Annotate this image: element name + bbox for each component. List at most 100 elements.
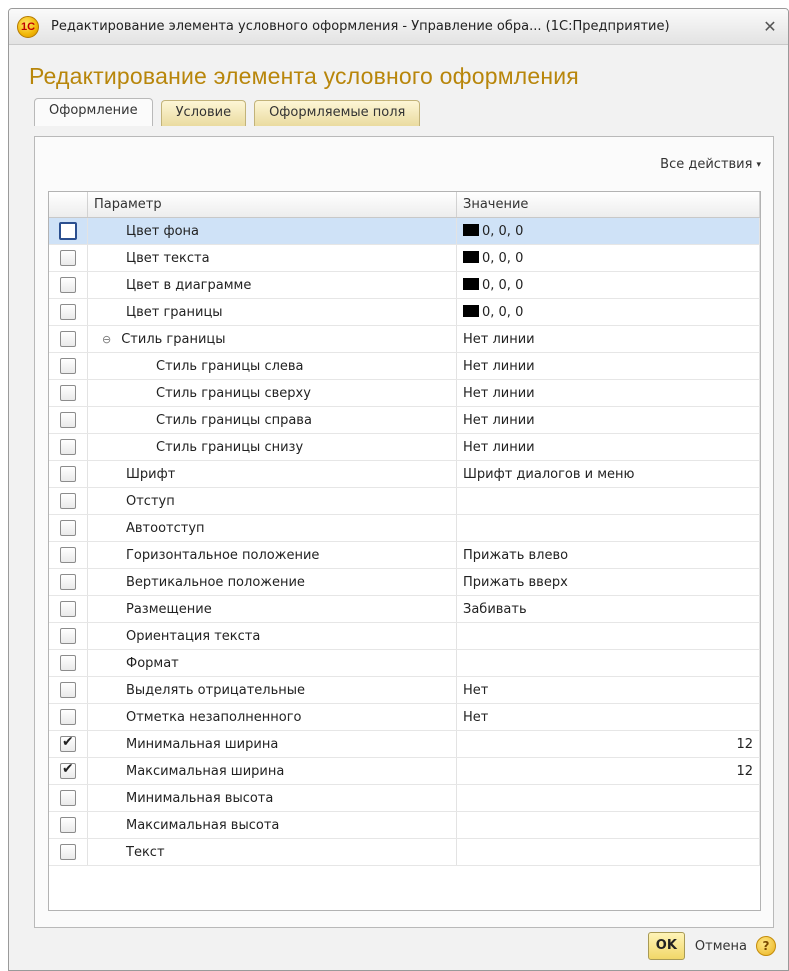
- use-checkbox[interactable]: [60, 466, 76, 482]
- use-checkbox[interactable]: [60, 250, 76, 266]
- value-cell[interactable]: Нет: [457, 704, 760, 730]
- table-row[interactable]: Формат: [49, 650, 760, 677]
- value-cell[interactable]: 0, 0, 0: [457, 218, 760, 244]
- table-row[interactable]: ⊖ Стиль границы Нет линии: [49, 326, 760, 353]
- use-checkbox[interactable]: [60, 277, 76, 293]
- table-row[interactable]: Выделять отрицательные Нет: [49, 677, 760, 704]
- tab-condition[interactable]: Условие: [160, 100, 247, 126]
- table-row[interactable]: Минимальная высота: [49, 785, 760, 812]
- use-checkbox[interactable]: [60, 817, 76, 833]
- use-checkbox[interactable]: [60, 628, 76, 644]
- value-cell[interactable]: [457, 650, 760, 676]
- use-checkbox[interactable]: [60, 844, 76, 860]
- value-cell[interactable]: [457, 623, 760, 649]
- value-cell[interactable]: Нет: [457, 677, 760, 703]
- table-row[interactable]: Ориентация текста: [49, 623, 760, 650]
- use-checkbox[interactable]: [60, 304, 76, 320]
- value-cell[interactable]: Нет линии: [457, 407, 760, 433]
- param-cell: Текст: [88, 839, 457, 865]
- use-checkbox[interactable]: [60, 493, 76, 509]
- help-icon[interactable]: ?: [756, 936, 776, 956]
- table-row[interactable]: Вертикальное положение Прижать вверх: [49, 569, 760, 596]
- table-row[interactable]: Стиль границы справа Нет линии: [49, 407, 760, 434]
- param-value-text: 12: [736, 736, 753, 752]
- table-row[interactable]: Цвет границы 0, 0, 0: [49, 299, 760, 326]
- value-cell[interactable]: 0, 0, 0: [457, 245, 760, 271]
- value-cell[interactable]: [457, 812, 760, 838]
- value-cell[interactable]: [457, 515, 760, 541]
- use-checkbox[interactable]: [60, 358, 76, 374]
- table-row[interactable]: Автоотступ: [49, 515, 760, 542]
- use-checkbox[interactable]: [60, 520, 76, 536]
- use-checkbox[interactable]: [60, 574, 76, 590]
- table-row[interactable]: Стиль границы снизу Нет линии: [49, 434, 760, 461]
- table-row[interactable]: Горизонтальное положение Прижать влево: [49, 542, 760, 569]
- column-header-value[interactable]: Значение: [457, 192, 760, 217]
- param-value: 0, 0, 0: [457, 223, 759, 239]
- use-cell: [49, 650, 88, 676]
- table-row[interactable]: Цвет текста 0, 0, 0: [49, 245, 760, 272]
- param-value-text: Нет линии: [463, 439, 535, 455]
- value-cell[interactable]: 0, 0, 0: [457, 299, 760, 325]
- table-row[interactable]: ✔ Максимальная ширина 12: [49, 758, 760, 785]
- value-cell[interactable]: Нет линии: [457, 434, 760, 460]
- value-cell[interactable]: Шрифт диалогов и меню: [457, 461, 760, 487]
- value-cell[interactable]: [457, 785, 760, 811]
- use-checkbox[interactable]: [60, 385, 76, 401]
- use-checkbox[interactable]: [60, 547, 76, 563]
- table-row[interactable]: Стиль границы слева Нет линии: [49, 353, 760, 380]
- param-label: Текст: [126, 844, 165, 860]
- use-checkbox[interactable]: [60, 790, 76, 806]
- table-row[interactable]: ✔ Минимальная ширина 12: [49, 731, 760, 758]
- param-cell: Минимальная высота: [88, 785, 457, 811]
- value-cell[interactable]: Прижать вверх: [457, 569, 760, 595]
- value-cell[interactable]: Нет линии: [457, 326, 760, 352]
- value-cell[interactable]: Забивать: [457, 596, 760, 622]
- param-value: Нет: [457, 710, 759, 725]
- value-cell[interactable]: 0, 0, 0: [457, 272, 760, 298]
- param-value: 0, 0, 0: [457, 304, 759, 320]
- use-checkbox[interactable]: [60, 331, 76, 347]
- table-row[interactable]: Шрифт Шрифт диалогов и меню: [49, 461, 760, 488]
- value-cell[interactable]: Нет линии: [457, 380, 760, 406]
- ok-button[interactable]: OK: [647, 932, 685, 960]
- all-actions-menu[interactable]: Все действия ▾: [660, 157, 761, 172]
- value-cell[interactable]: Прижать влево: [457, 542, 760, 568]
- use-checkbox[interactable]: [60, 709, 76, 725]
- param-value: Нет линии: [457, 440, 759, 455]
- param-value-text: 12: [736, 763, 753, 779]
- use-checkbox[interactable]: ✔: [60, 761, 76, 779]
- table-row[interactable]: Отметка незаполненного Нет: [49, 704, 760, 731]
- use-checkbox[interactable]: ✔: [60, 734, 76, 752]
- table-row[interactable]: Цвет фона 0, 0, 0: [49, 218, 760, 245]
- value-cell[interactable]: [457, 488, 760, 514]
- column-header-param[interactable]: Параметр: [88, 192, 457, 217]
- tab-formatted-fields[interactable]: Оформляемые поля: [254, 100, 421, 126]
- value-cell[interactable]: Нет линии: [457, 353, 760, 379]
- use-cell: [49, 812, 88, 838]
- cancel-button[interactable]: Отмена: [695, 939, 747, 954]
- value-cell[interactable]: 12: [457, 731, 760, 757]
- param-value: Нет линии: [457, 332, 759, 347]
- table-row[interactable]: Цвет в диаграмме 0, 0, 0: [49, 272, 760, 299]
- column-header-use[interactable]: [49, 192, 88, 217]
- value-cell[interactable]: 12: [457, 758, 760, 784]
- use-checkbox[interactable]: [60, 412, 76, 428]
- table-row[interactable]: Стиль границы сверху Нет линии: [49, 380, 760, 407]
- use-checkbox[interactable]: [60, 439, 76, 455]
- collapse-icon[interactable]: ⊖: [102, 333, 111, 346]
- use-checkbox[interactable]: [60, 601, 76, 617]
- use-checkbox[interactable]: [60, 682, 76, 698]
- param-value-text: Нет линии: [463, 385, 535, 401]
- value-cell[interactable]: [457, 839, 760, 865]
- chevron-down-icon: ▾: [756, 160, 761, 170]
- close-icon[interactable]: ✕: [758, 17, 782, 36]
- param-value: Нет линии: [457, 386, 759, 401]
- tab-appearance[interactable]: Оформление: [34, 98, 153, 126]
- use-checkbox[interactable]: [59, 222, 77, 240]
- table-row[interactable]: Отступ: [49, 488, 760, 515]
- table-row[interactable]: Максимальная высота: [49, 812, 760, 839]
- table-row[interactable]: Размещение Забивать: [49, 596, 760, 623]
- use-checkbox[interactable]: [60, 655, 76, 671]
- table-row[interactable]: Текст: [49, 839, 760, 866]
